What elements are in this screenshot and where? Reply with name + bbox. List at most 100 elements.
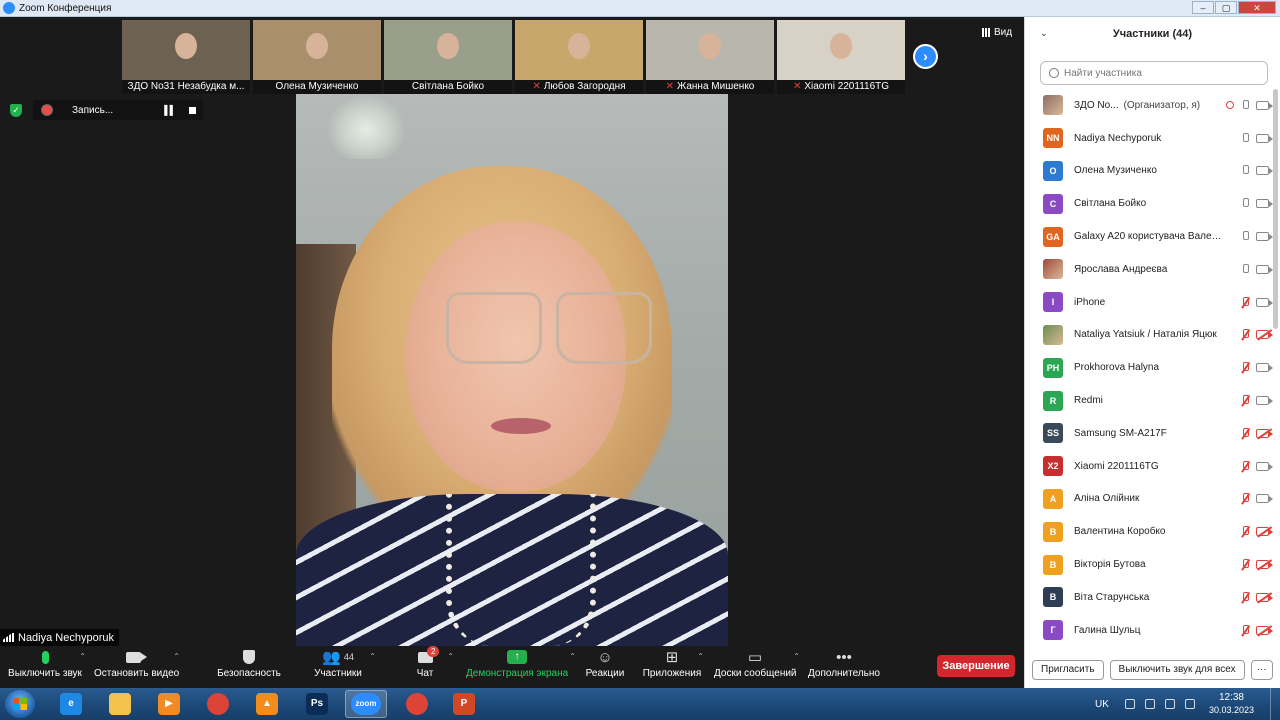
apps-button[interactable]: ⊞ Приложения ⌃ [642, 646, 704, 688]
view-button[interactable]: Вид [982, 27, 1012, 38]
video-thumbnail[interactable]: ✕ Жанна Мишенко [646, 20, 774, 94]
video-thumbnail[interactable]: ✕ Любов Загородня [515, 20, 643, 94]
mute-button[interactable]: Выключить звук ⌃ [8, 646, 86, 688]
participant-row[interactable]: ЗДО No... (Организатор, я) [1025, 89, 1273, 122]
video-options-chevron-icon[interactable]: ⌃ [173, 652, 180, 661]
participant-name: Xiaomi 2201116TG [1074, 461, 1222, 472]
meeting-area: ЗДО No31 Незабудка м... Олена Музиченко Св… [0, 17, 1024, 646]
start-button-icon[interactable] [5, 690, 35, 718]
end-meeting-button[interactable]: Завершение [937, 655, 1015, 677]
taskbar-ie-icon[interactable]: e [50, 690, 92, 718]
clock[interactable]: 12:38 30.03.2023 [1209, 692, 1254, 716]
whiteboards-options-chevron-icon[interactable]: ⌃ [793, 652, 800, 661]
tray-arrow-icon[interactable] [1124, 699, 1135, 709]
flag-icon[interactable] [1144, 699, 1155, 709]
thumbnail-name-text: Любов Загородня [543, 81, 626, 92]
participant-row[interactable]: В Вікторія Бутова [1025, 548, 1273, 581]
thumbnail-name-text: Світлана Бойко [411, 81, 485, 92]
participant-row[interactable]: В Валентина Коробко [1025, 515, 1273, 548]
thumbnail-name-text: ЗДО No31 Незабудка м... [127, 81, 245, 92]
participant-row[interactable]: О Олена Музиченко [1025, 155, 1273, 188]
participant-row[interactable]: IiPhone [1025, 286, 1273, 319]
participant-row[interactable]: X2 Xiaomi 2201116TG [1025, 450, 1273, 483]
zoom-icon: zoom [351, 693, 381, 715]
mute-all-button[interactable]: Выключить звук для всех [1109, 660, 1245, 680]
collapse-chevron-icon[interactable]: ⌄ [1040, 28, 1048, 39]
participant-name: Галина Шульц [1074, 625, 1222, 636]
participant-row[interactable]: Ярослава Андреєва [1025, 253, 1273, 286]
show-desktop-button[interactable] [1270, 688, 1280, 720]
participant-search-input[interactable] [1064, 67, 1254, 79]
participant-row[interactable]: С Світлана Бойко [1025, 187, 1273, 220]
taskbar-vlc-icon[interactable]: ▲ [246, 690, 288, 718]
participant-list-scrollbar[interactable] [1273, 89, 1278, 329]
participant-row[interactable]: SS Samsung SM-A217F [1025, 417, 1273, 450]
invite-button[interactable]: Пригласить [1032, 660, 1104, 680]
muted-mic-icon: ✕ [792, 81, 802, 92]
participant-row[interactable]: А Аліна Олійник [1025, 483, 1273, 516]
chat-button[interactable]: 2 Чат ⌃ [408, 646, 454, 688]
participant-name: Nadiya Nechyporuk [1074, 133, 1222, 144]
participant-avatar [1043, 324, 1063, 345]
maximize-icon[interactable]: ▢ [1215, 1, 1237, 14]
whiteboards-button[interactable]: ▭ Доски сообщений ⌃ [714, 646, 800, 688]
participants-button[interactable]: 👥 44 Участники ⌃ [312, 646, 376, 688]
participant-name-text: Світлана Бойко [1074, 198, 1147, 210]
thumbnail-name: Олена Музиченко [253, 80, 381, 94]
connection-signal-icon [3, 633, 14, 642]
video-thumbnail[interactable]: ✕ Xiaomi 2201116TG [777, 20, 905, 94]
camera-off-icon [1256, 560, 1273, 570]
stop-video-button[interactable]: Остановить видео ⌃ [94, 646, 180, 688]
taskbar-media-player-icon[interactable]: ▶ [148, 690, 190, 718]
participant-row[interactable]: В Віта Старунська [1025, 581, 1273, 614]
thumbnail-name-text: Xiaomi 2201116TG [804, 81, 890, 92]
stop-recording-icon[interactable] [189, 106, 196, 114]
video-thumbnail[interactable]: Світлана Бойко [384, 20, 512, 94]
share-options-chevron-icon[interactable]: ⌃ [569, 652, 576, 661]
security-button[interactable]: Безопасность [216, 646, 282, 688]
participant-row[interactable]: Г Галина Шульц [1025, 614, 1273, 647]
volume-icon[interactable] [1184, 699, 1195, 709]
next-page-arrow-icon[interactable]: › [913, 44, 938, 69]
camera-off-icon [1256, 428, 1273, 438]
participant-row[interactable]: R Redmi [1025, 384, 1273, 417]
participants-options-chevron-icon[interactable]: ⌃ [369, 652, 376, 661]
video-thumbnail[interactable]: Олена Музиченко [253, 20, 381, 94]
share-screen-button[interactable]: ↑ Демонстрация экрана ⌃ [466, 646, 576, 688]
security-shield-icon [216, 646, 282, 668]
video-camera-icon [1256, 461, 1273, 471]
taskbar-chrome-icon[interactable] [197, 690, 239, 718]
taskbar-zoom-icon[interactable]: zoom [345, 690, 387, 718]
participant-status-icons [1241, 231, 1273, 242]
minimize-icon[interactable]: – [1192, 1, 1214, 14]
taskbar-chrome-icon-2[interactable] [396, 690, 438, 718]
video-thumbnail[interactable]: ЗДО No31 Незабудка м... [122, 20, 250, 94]
participant-row[interactable]: PH Prokhorova Halyna [1025, 351, 1273, 384]
language-indicator[interactable]: UK [1095, 699, 1109, 710]
taskbar-photoshop-icon[interactable]: Ps [296, 690, 338, 718]
active-speaker-name-tag: Nadiya Nechyporuk [0, 629, 119, 646]
participant-row[interactable]: NN Nadiya Nechyporuk [1025, 122, 1273, 155]
participant-row[interactable]: Nataliya Yatsiuk / Наталія Яцюк [1025, 319, 1273, 352]
chat-options-chevron-icon[interactable]: ⌃ [447, 652, 454, 661]
vlc-icon: ▲ [256, 693, 278, 715]
participant-status-icons [1241, 427, 1273, 439]
participant-avatar: NN [1043, 128, 1063, 149]
taskbar-powerpoint-icon[interactable]: P [443, 690, 485, 718]
participant-row[interactable]: GA Galaxy A20 користувача Вален... [1025, 220, 1273, 253]
close-icon[interactable]: ✕ [1238, 1, 1276, 14]
network-icon[interactable] [1164, 699, 1175, 709]
participant-status-icons [1241, 395, 1273, 406]
mute-options-chevron-icon[interactable]: ⌃ [79, 652, 86, 661]
taskbar-folder-icon[interactable] [99, 690, 141, 718]
more-button[interactable]: ••• Дополнительно [808, 646, 880, 688]
pause-recording-icon[interactable]: ▌▌ [164, 105, 176, 115]
recording-bar: Запись... ▌▌ [33, 100, 203, 120]
media-player-icon: ▶ [158, 693, 180, 715]
apps-options-chevron-icon[interactable]: ⌃ [697, 652, 704, 661]
thumbnail-name: ЗДО No31 Незабудка м... [122, 80, 250, 94]
panel-more-button[interactable]: ··· [1250, 660, 1273, 680]
participant-search[interactable] [1040, 61, 1268, 85]
encryption-shield-icon[interactable]: ✓ [10, 104, 22, 117]
reactions-button[interactable]: ☺ Реакции [582, 646, 628, 688]
